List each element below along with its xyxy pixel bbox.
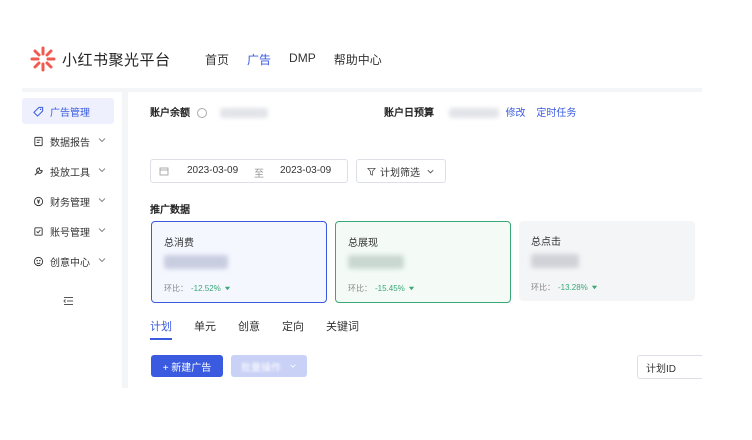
sidebar-item-label: 创意中心 xyxy=(50,257,90,269)
tab-targeting[interactable]: 定向 xyxy=(282,318,304,340)
chevron-down-icon xyxy=(290,364,296,368)
sidebar-item-finance[interactable]: 财务管理 xyxy=(22,188,114,214)
account-daily-budget: 账户日预算 修改 定时任务 xyxy=(384,104,576,119)
tab-keywords[interactable]: 关键词 xyxy=(326,318,359,340)
report-icon xyxy=(32,135,44,147)
creative-icon xyxy=(32,255,44,267)
compare-percentage: -13.28% xyxy=(558,283,588,292)
triangle-down-icon xyxy=(591,285,597,290)
date-start[interactable]: 2023-03-09 xyxy=(187,165,238,176)
metric-compare: 环比： -12.52% xyxy=(164,283,231,294)
tool-icon xyxy=(32,165,44,177)
metric-value-blurred xyxy=(164,255,228,269)
metric-value-blurred xyxy=(531,254,579,268)
tag-icon xyxy=(32,105,44,117)
account-icon xyxy=(32,225,44,237)
calendar-icon xyxy=(159,167,169,176)
metric-compare: 环比： -13.28% xyxy=(531,282,598,293)
compare-percentage: -12.52% xyxy=(191,284,221,293)
batch-operations-button[interactable]: 批量操作 xyxy=(231,355,307,377)
metric-title: 总展现 xyxy=(348,238,378,249)
sidebar-item-label: 广告管理 xyxy=(50,107,90,119)
tab-plan[interactable]: 计划 xyxy=(150,318,172,340)
plan-filter-label: 计划筛选 xyxy=(380,167,420,179)
date-range-picker[interactable]: 2023-03-09 至 2023-03-09 xyxy=(150,159,348,183)
balance-label: 账户余额 xyxy=(150,108,190,119)
metric-value-blurred xyxy=(348,255,404,269)
chevron-down-icon xyxy=(98,168,106,173)
filter-icon xyxy=(367,167,376,176)
metric-title: 总消费 xyxy=(164,238,194,249)
metric-card-total-impressions[interactable]: 总展现 环比： -15.45% xyxy=(335,221,511,303)
brand-name: 小红书聚光平台 xyxy=(62,52,171,69)
sidebar-item-creative-center[interactable]: 创意中心 xyxy=(22,248,114,274)
date-separator: 至 xyxy=(254,169,264,180)
daily-budget-label: 账户日预算 xyxy=(384,108,434,119)
nav-dmp[interactable]: DMP xyxy=(289,51,316,68)
brand-logo-icon xyxy=(30,46,56,72)
scheduled-task-link[interactable]: 定时任务 xyxy=(536,108,576,119)
top-nav: 首页 广告 DMP 帮助中心 xyxy=(205,51,382,68)
metric-card-total-spend[interactable]: 总消费 环比： -12.52% xyxy=(151,221,327,303)
finance-icon xyxy=(32,195,44,207)
edit-budget-link[interactable]: 修改 xyxy=(506,108,526,119)
metric-card-total-clicks[interactable]: 总点击 环比： -13.28% xyxy=(519,221,695,301)
tab-creative[interactable]: 创意 xyxy=(238,318,260,340)
balance-value-blurred xyxy=(219,108,268,119)
chevron-down-icon xyxy=(427,169,434,173)
date-end[interactable]: 2023-03-09 xyxy=(280,165,331,176)
plan-id-select-value: 计划ID xyxy=(646,363,676,375)
chevron-down-icon xyxy=(98,258,106,263)
sidebar-item-ad-tools[interactable]: 投放工具 xyxy=(22,158,114,184)
sidebar-item-label: 数据报告 xyxy=(50,137,90,149)
nav-home[interactable]: 首页 xyxy=(205,51,229,68)
metric-compare: 环比： -15.45% xyxy=(348,283,415,294)
sidebar-item-label: 投放工具 xyxy=(50,167,90,179)
top-bar: 小红书聚光平台 首页 广告 DMP 帮助中心 xyxy=(0,0,752,82)
nav-help-center[interactable]: 帮助中心 xyxy=(334,51,382,68)
chevron-down-icon xyxy=(98,228,106,233)
triangle-down-icon xyxy=(224,286,230,291)
chevron-down-icon xyxy=(98,198,106,203)
promo-data-title: 推广数据 xyxy=(150,205,190,216)
triangle-down-icon xyxy=(408,286,414,291)
sidebar-item-account[interactable]: 账号管理 xyxy=(22,218,114,244)
tab-unit[interactable]: 单元 xyxy=(194,318,216,340)
plan-id-select[interactable]: 计划ID xyxy=(637,355,702,379)
batch-operations-label: 批量操作 xyxy=(241,362,281,374)
sidebar-item-ad-management[interactable]: 广告管理 xyxy=(22,98,114,124)
account-balance: 账户余额 xyxy=(150,104,268,119)
sidebar-item-label: 账号管理 xyxy=(50,227,90,239)
plan-filter-button[interactable]: 计划筛选 xyxy=(356,159,446,183)
chevron-down-icon xyxy=(98,138,106,143)
daily-budget-value-blurred xyxy=(448,108,499,119)
compare-percentage: -15.45% xyxy=(375,284,405,293)
metric-title: 总点击 xyxy=(531,237,561,248)
collapse-sidebar-icon[interactable] xyxy=(62,295,74,307)
tab-bar: 计划 单元 创意 定向 关键词 xyxy=(150,318,381,340)
sidebar: 广告管理 数据报告 投放工具 财务管理 账号管理 创意中心 xyxy=(22,92,122,392)
new-ad-button[interactable]: + 新建广告 xyxy=(151,355,223,377)
sidebar-item-label: 财务管理 xyxy=(50,197,90,209)
info-icon xyxy=(196,108,207,119)
sidebar-item-data-report[interactable]: 数据报告 xyxy=(22,128,114,154)
nav-ads[interactable]: 广告 xyxy=(247,51,271,68)
